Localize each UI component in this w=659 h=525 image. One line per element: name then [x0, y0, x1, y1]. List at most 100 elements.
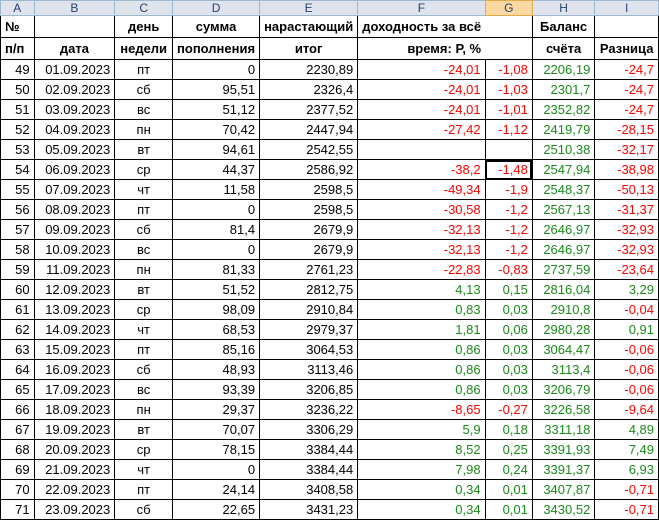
cell[interactable]: 0,06 [484, 319, 533, 340]
cell[interactable]: 0,03 [484, 299, 533, 320]
cell[interactable]: -50,13 [594, 179, 659, 200]
cell[interactable]: -32,93 [594, 239, 659, 260]
cell[interactable]: пн [114, 259, 174, 280]
cell[interactable]: 2816,04 [531, 279, 596, 300]
cell[interactable]: 01.09.2023 [33, 59, 116, 80]
cell[interactable]: 2679,9 [259, 239, 359, 260]
cell[interactable]: 0,34 [357, 499, 486, 520]
cell[interactable]: 0,03 [484, 339, 533, 360]
cell[interactable]: 2737,59 [531, 259, 596, 280]
cell[interactable]: 66 [0, 399, 35, 420]
cell[interactable]: 2548,37 [531, 179, 596, 200]
cell[interactable]: 05.09.2023 [33, 139, 116, 160]
cell[interactable]: 94,61 [172, 139, 261, 160]
cell[interactable]: 06.09.2023 [33, 159, 116, 180]
cell[interactable]: 22,65 [172, 499, 261, 520]
cell[interactable] [484, 139, 533, 160]
cell[interactable]: -38,98 [594, 159, 659, 180]
cell[interactable]: 7,98 [357, 459, 486, 480]
cell[interactable]: -24,01 [357, 79, 486, 100]
cell[interactable]: 2510,38 [531, 139, 596, 160]
cell[interactable]: 0,03 [484, 359, 533, 380]
cell[interactable]: 0,86 [357, 339, 486, 360]
cell[interactable]: 04.09.2023 [33, 119, 116, 140]
header-cell[interactable] [485, 37, 533, 60]
cell[interactable]: -32,17 [594, 139, 659, 160]
cell[interactable]: 3391,93 [531, 439, 596, 460]
header-cell[interactable]: Баланс [531, 15, 596, 38]
cell[interactable]: 0 [172, 459, 261, 480]
header-cell[interactable]: пополнения [172, 37, 261, 60]
cell[interactable]: 61 [0, 299, 35, 320]
cell[interactable]: 2646,97 [531, 239, 596, 260]
cell[interactable]: 0,86 [357, 359, 486, 380]
cell[interactable]: 58 [0, 239, 35, 260]
cell[interactable]: -24,7 [594, 59, 659, 80]
cell[interactable]: 60 [0, 279, 35, 300]
cell[interactable]: 29,37 [172, 399, 261, 420]
cell[interactable]: -32,13 [357, 219, 486, 240]
cell[interactable]: вт [114, 419, 174, 440]
cell[interactable]: 0,24 [484, 459, 533, 480]
cell[interactable]: 98,09 [172, 299, 261, 320]
cell[interactable]: 5,9 [357, 419, 486, 440]
cell[interactable]: -24,01 [357, 99, 486, 120]
cell[interactable]: -31,37 [594, 199, 659, 220]
cell[interactable]: 81,33 [172, 259, 261, 280]
cell[interactable]: 70,07 [172, 419, 261, 440]
header-cell[interactable]: п/п [0, 37, 35, 60]
cell[interactable]: 07.09.2023 [33, 179, 116, 200]
cell[interactable]: пт [114, 199, 174, 220]
header-cell[interactable]: № [0, 15, 35, 38]
cell[interactable]: 08.09.2023 [33, 199, 116, 220]
cell[interactable]: 11.09.2023 [33, 259, 116, 280]
cell[interactable]: 3113,46 [259, 359, 359, 380]
cell[interactable]: 50 [0, 79, 35, 100]
cell[interactable]: 2352,82 [531, 99, 596, 120]
cell[interactable]: -23,64 [594, 259, 659, 280]
cell[interactable]: 3,29 [594, 279, 659, 300]
cell[interactable]: 2646,97 [531, 219, 596, 240]
column-header-i[interactable]: I [594, 0, 659, 16]
header-cell[interactable]: день [114, 15, 174, 38]
cell[interactable]: -24,7 [594, 79, 659, 100]
cell[interactable]: пт [114, 339, 174, 360]
cell[interactable]: 51,52 [172, 279, 261, 300]
header-cell[interactable]: итог [259, 37, 359, 60]
cell[interactable]: 2910,8 [531, 299, 596, 320]
cell[interactable]: 3226,58 [531, 399, 596, 420]
cell[interactable]: -0,04 [594, 299, 659, 320]
cell[interactable]: 3407,87 [531, 479, 596, 500]
cell[interactable]: 2230,89 [259, 59, 359, 80]
cell[interactable]: 0 [172, 59, 261, 80]
cell[interactable]: -8,65 [357, 399, 486, 420]
cell[interactable]: -24,7 [594, 99, 659, 120]
cell[interactable]: 78,15 [172, 439, 261, 460]
cell[interactable]: 0,25 [484, 439, 533, 460]
cell[interactable]: 53 [0, 139, 35, 160]
header-cell[interactable]: нарастающий [259, 15, 359, 38]
cell[interactable]: 95,51 [172, 79, 261, 100]
cell[interactable]: 59 [0, 259, 35, 280]
cell[interactable]: сб [114, 499, 174, 520]
cell[interactable]: 2910,84 [259, 299, 359, 320]
cell[interactable]: вт [114, 139, 174, 160]
cell[interactable] [357, 139, 486, 160]
cell[interactable]: -28,15 [594, 119, 659, 140]
cell[interactable]: 62 [0, 319, 35, 340]
cell[interactable]: 2377,52 [259, 99, 359, 120]
cell[interactable]: 0 [172, 199, 261, 220]
cell[interactable]: 55 [0, 179, 35, 200]
cell[interactable]: -32,93 [594, 219, 659, 240]
cell[interactable]: 3236,22 [259, 399, 359, 420]
cell[interactable]: 3306,29 [259, 419, 359, 440]
cell[interactable]: ср [114, 299, 174, 320]
cell[interactable]: 51,12 [172, 99, 261, 120]
cell[interactable]: -1,03 [484, 79, 533, 100]
cell[interactable]: 22.09.2023 [33, 479, 116, 500]
cell[interactable]: 14.09.2023 [33, 319, 116, 340]
cell[interactable]: 20.09.2023 [33, 439, 116, 460]
cell[interactable]: -0,06 [594, 339, 659, 360]
cell[interactable]: -1,01 [484, 99, 533, 120]
cell[interactable]: 49 [0, 59, 35, 80]
